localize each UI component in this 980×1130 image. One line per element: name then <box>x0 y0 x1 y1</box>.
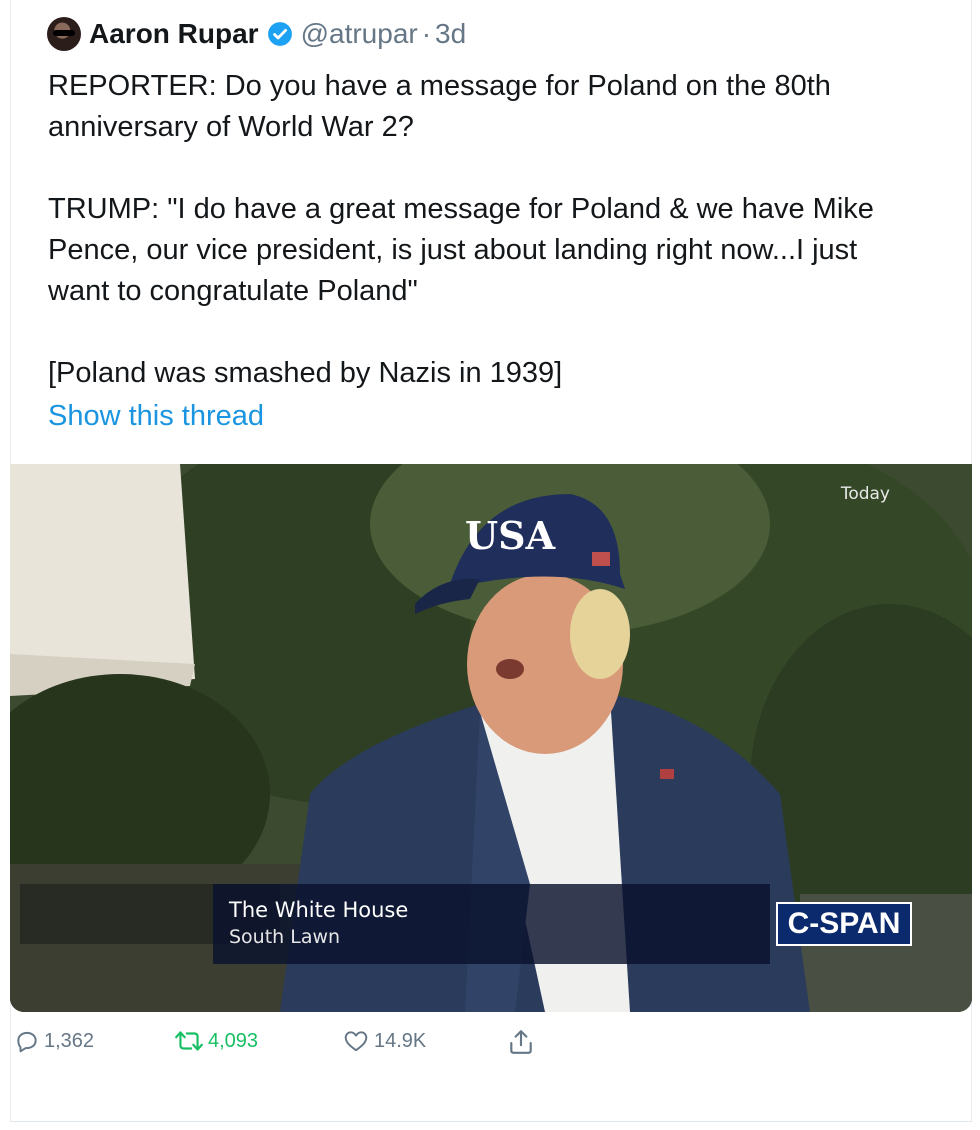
reply-icon <box>17 1031 37 1053</box>
like-count: 14.9K <box>374 1029 427 1052</box>
cspan-logo: C-SPAN <box>776 902 912 946</box>
action-bar: 1,362 4,093 14.9K <box>0 1028 962 1068</box>
author-name[interactable]: Aaron Rupar <box>89 18 259 50</box>
reply-button[interactable]: 1,362 <box>14 1028 94 1054</box>
like-button[interactable]: 14.9K <box>342 1028 426 1054</box>
location-line2: South Lawn <box>229 926 341 948</box>
tweet-text: REPORTER: Do you have a message for Pola… <box>48 70 874 389</box>
retweet-button[interactable]: 4,093 <box>174 1028 258 1054</box>
tweet-header: Aaron Rupar @atrupar · 3d <box>47 14 466 54</box>
timestamp[interactable]: 3d <box>435 18 466 50</box>
corner-label: Today <box>840 484 890 504</box>
location-line1: The White House <box>229 898 409 922</box>
verified-badge-icon <box>267 22 292 46</box>
author-handle[interactable]: @atrupar <box>301 18 418 50</box>
share-button[interactable] <box>508 1028 538 1056</box>
cap-text: USA <box>465 513 556 558</box>
reply-count: 1,362 <box>44 1029 95 1052</box>
retweet-count: 4,093 <box>208 1029 259 1052</box>
show-thread-link[interactable]: Show this thread <box>48 400 264 433</box>
lower-third-caption: The White House South Lawn <box>213 884 770 964</box>
like-icon <box>344 1031 368 1052</box>
share-icon <box>510 1030 532 1054</box>
video-media[interactable]: USA Today The White House South Lawn C-S… <box>10 464 972 1012</box>
retweet-icon <box>175 1031 203 1051</box>
separator-dot: · <box>421 18 432 49</box>
avatar[interactable] <box>47 17 81 51</box>
